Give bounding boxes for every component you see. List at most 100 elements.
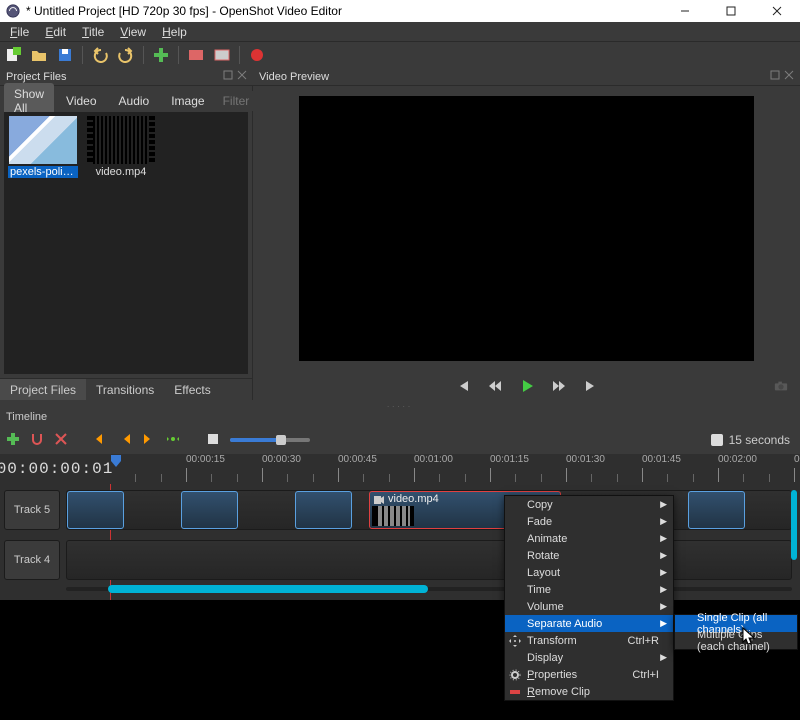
ruler-tick: 00:00:15 <box>186 454 225 465</box>
tab-image[interactable]: Image <box>161 90 214 112</box>
track-lane[interactable] <box>66 540 792 580</box>
timeline-v-scrollbar[interactable] <box>790 484 798 590</box>
save-project-button[interactable] <box>56 46 74 64</box>
project-files-panel: Show All Video Audio Image pexels-polina… <box>0 86 253 400</box>
window-minimize-button[interactable] <box>662 0 708 22</box>
context-menu-item[interactable]: Layout▶ <box>505 564 673 581</box>
timeline-clip[interactable] <box>67 491 124 529</box>
add-track-button[interactable] <box>6 432 20 449</box>
context-menu-item[interactable]: Display▶ <box>505 649 673 666</box>
menu-item-label: Volume <box>527 601 564 613</box>
panel-close-icon[interactable] <box>784 70 794 83</box>
clip-thumbnail <box>372 506 414 526</box>
prev-keyframe-button[interactable] <box>118 432 132 449</box>
fullscreen-button[interactable] <box>213 46 231 64</box>
context-menu-item[interactable]: PropertiesCtrl+I <box>505 666 673 683</box>
ruler-tick: 00:00:30 <box>262 454 301 465</box>
bottom-tab-transitions[interactable]: Transitions <box>86 379 164 400</box>
context-menu-item[interactable]: Remove Clip <box>505 683 673 700</box>
playhead-marker-icon[interactable] <box>110 454 122 471</box>
file-item[interactable]: pexels-polina-ta... <box>8 116 78 178</box>
submenu-arrow-icon: ▶ <box>660 652 667 663</box>
panel-float-icon[interactable] <box>223 70 233 83</box>
redo-button[interactable] <box>117 46 135 64</box>
snapshot-icon[interactable] <box>772 377 790 395</box>
bottom-tab-effects[interactable]: Effects <box>164 379 220 400</box>
file-label: pexels-polina-ta... <box>8 166 78 178</box>
window-maximize-button[interactable] <box>708 0 754 22</box>
context-menu-item[interactable]: Rotate▶ <box>505 547 673 564</box>
ruler-tick: 00:01:30 <box>566 454 605 465</box>
zoom-slider[interactable] <box>230 438 310 442</box>
menu-shortcut: Ctrl+R <box>628 635 659 647</box>
menu-help[interactable]: Help <box>154 23 195 41</box>
track-lane[interactable]: video.mp4 <box>66 490 792 530</box>
main-toolbar <box>0 42 800 68</box>
zoom-fit-button[interactable] <box>206 432 220 449</box>
jump-start-button[interactable] <box>454 377 472 395</box>
context-menu-item[interactable]: Multiple Clips (each channel) <box>675 632 797 649</box>
track-header[interactable]: Track 5 <box>4 490 60 530</box>
tab-video[interactable]: Video <box>56 90 106 112</box>
context-menu-item[interactable]: Fade ▶ <box>505 513 673 530</box>
submenu-arrow-icon: ▶ <box>660 499 667 510</box>
file-thumbnail <box>87 116 155 164</box>
snap-button[interactable] <box>30 432 44 449</box>
menu-item-label: Fade <box>527 516 552 528</box>
ruler-tick: 00:01:00 <box>414 454 453 465</box>
file-item[interactable]: video.mp4 <box>86 116 156 178</box>
context-menu-item[interactable]: Time▶ <box>505 581 673 598</box>
playhead-timecode: 00:00:00:01 <box>0 454 110 484</box>
clip-label: video.mp4 <box>388 493 439 505</box>
separate-audio-submenu: Single Clip (all channels)Multiple Clips… <box>674 614 798 650</box>
fastforward-button[interactable] <box>550 377 568 395</box>
panel-drag-handle[interactable]: ..... <box>0 400 800 408</box>
timeline-clip[interactable] <box>295 491 352 529</box>
menubar: File Edit Title View Help <box>0 22 800 42</box>
track-header[interactable]: Track 4 <box>4 540 60 580</box>
timeline-title: Timeline <box>0 408 800 426</box>
clip-context-menu: Copy▶Fade▶Animate▶Rotate▶Layout▶Time▶Vol… <box>504 495 674 701</box>
ruler-tick: 00:01:15 <box>490 454 529 465</box>
play-button[interactable] <box>518 377 536 395</box>
jump-end-button[interactable] <box>582 377 600 395</box>
menu-item-label: Properties <box>527 669 577 681</box>
timeline-seconds-checkbox[interactable] <box>711 434 723 446</box>
time-ruler[interactable]: 00:00:1500:00:3000:00:4500:01:0000:01:15… <box>110 454 800 484</box>
submenu-arrow-icon: ▶ <box>660 516 667 527</box>
context-menu-item[interactable]: Copy▶ <box>505 496 673 513</box>
center-playhead-button[interactable] <box>166 432 180 449</box>
export-button[interactable] <box>248 46 266 64</box>
timeline-h-scrollbar[interactable] <box>66 584 792 594</box>
file-list[interactable]: pexels-polina-ta... video.mp4 <box>4 112 248 374</box>
panel-close-icon[interactable] <box>237 70 247 83</box>
razor-button[interactable] <box>54 432 68 449</box>
menu-view[interactable]: View <box>112 23 154 41</box>
menu-title[interactable]: Title <box>74 23 112 41</box>
next-keyframe-button[interactable] <box>142 432 156 449</box>
menu-item-label: Layout <box>527 567 560 579</box>
undo-button[interactable] <box>91 46 109 64</box>
window-close-button[interactable] <box>754 0 800 22</box>
rewind-button[interactable] <box>486 377 504 395</box>
menu-item-label: Time <box>527 584 551 596</box>
panel-float-icon[interactable] <box>770 70 780 83</box>
context-menu-item[interactable]: Animate▶ <box>505 530 673 547</box>
context-menu-item[interactable]: TransformCtrl+R <box>505 632 673 649</box>
profiles-button[interactable] <box>187 46 205 64</box>
context-menu-item[interactable]: Volume▶ <box>505 598 673 615</box>
menu-edit[interactable]: Edit <box>37 23 74 41</box>
tab-audio[interactable]: Audio <box>109 90 160 112</box>
preview-canvas[interactable] <box>299 96 754 361</box>
open-project-button[interactable] <box>30 46 48 64</box>
context-menu-item[interactable]: Separate Audio▶ <box>505 615 673 632</box>
marker-prev-button[interactable] <box>94 432 108 449</box>
window-titlebar: * Untitled Project [HD 720p 30 fps] - Op… <box>0 0 800 22</box>
timeline-clip[interactable] <box>688 491 745 529</box>
window-title: * Untitled Project [HD 720p 30 fps] - Op… <box>26 4 342 18</box>
bottom-tab-project-files[interactable]: Project Files <box>0 379 86 400</box>
new-project-button[interactable] <box>4 46 22 64</box>
timeline-clip[interactable] <box>181 491 238 529</box>
menu-file[interactable]: File <box>2 23 37 41</box>
import-files-button[interactable] <box>152 46 170 64</box>
